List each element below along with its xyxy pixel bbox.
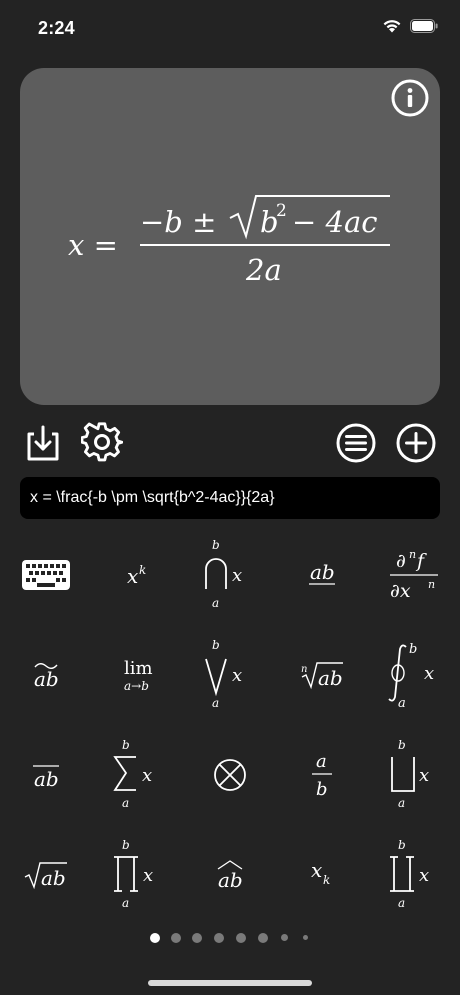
svg-text:b: b bbox=[316, 779, 328, 800]
svg-text:b: b bbox=[409, 642, 417, 657]
bigsqcup-key[interactable]: b x a bbox=[368, 725, 460, 825]
info-button[interactable] bbox=[390, 78, 430, 118]
page-dot-4[interactable] bbox=[214, 933, 224, 943]
svg-text:x: x bbox=[419, 865, 429, 886]
svg-text:f: f bbox=[415, 550, 427, 572]
download-icon bbox=[27, 425, 59, 461]
svg-text:ab: ab bbox=[34, 767, 59, 791]
battery-icon bbox=[410, 18, 438, 38]
list-icon bbox=[336, 423, 376, 463]
svg-text:k: k bbox=[323, 873, 330, 887]
plus-icon bbox=[396, 423, 436, 463]
svg-text:a: a bbox=[398, 696, 406, 711]
svg-text:b: b bbox=[398, 738, 406, 752]
svg-text:x: x bbox=[419, 765, 429, 786]
svg-text:x: x bbox=[311, 858, 322, 882]
svg-text:ab: ab bbox=[218, 868, 243, 892]
svg-text:a: a bbox=[398, 896, 405, 910]
sqrt-key[interactable]: ab bbox=[0, 825, 92, 925]
page-dot-2[interactable] bbox=[171, 933, 181, 943]
overline-key[interactable]: ab bbox=[0, 725, 92, 825]
sum-key[interactable]: b x a bbox=[92, 725, 184, 825]
svg-text:a: a bbox=[398, 796, 405, 810]
svg-text:n: n bbox=[409, 548, 416, 561]
svg-text:∂: ∂ bbox=[396, 550, 406, 572]
page-control[interactable] bbox=[0, 930, 460, 946]
nth-root-key[interactable]: n ab bbox=[276, 625, 368, 725]
contour-integral-key[interactable]: b a x bbox=[368, 625, 460, 725]
svg-text:x: x bbox=[127, 564, 138, 588]
export-button[interactable] bbox=[22, 422, 64, 464]
symbol-keypad: x k b x a ab ∂ n f ∂x n ab lim a→b b x a… bbox=[0, 525, 460, 925]
page-dot-3[interactable] bbox=[192, 933, 202, 943]
svg-text:a→b: a→b bbox=[124, 679, 149, 693]
formula-lhs: x = bbox=[68, 228, 118, 262]
svg-text:b: b bbox=[212, 538, 220, 552]
svg-text:a: a bbox=[122, 796, 129, 810]
svg-text:lim: lim bbox=[124, 658, 153, 679]
bigvee-key[interactable]: b x a bbox=[184, 625, 276, 725]
svg-text:x: x bbox=[424, 663, 434, 684]
formula-exponent: 2 bbox=[276, 201, 287, 221]
limit-key[interactable]: lim a→b bbox=[92, 625, 184, 725]
svg-text:ab: ab bbox=[318, 666, 343, 690]
formula-numerator-b: −b ± bbox=[140, 205, 216, 239]
latex-input[interactable]: x = \frac{-b \pm \sqrt{b^2-4ac}}{2a} bbox=[20, 477, 440, 519]
widetilde-key[interactable]: ab bbox=[0, 625, 92, 725]
svg-text:∂x: ∂x bbox=[390, 580, 411, 602]
svg-text:x: x bbox=[232, 565, 242, 586]
product-key[interactable]: b x a bbox=[92, 825, 184, 925]
svg-text:b: b bbox=[122, 738, 130, 752]
partial-derivative-key[interactable]: ∂ n f ∂x n bbox=[368, 525, 460, 625]
keyboard-key[interactable] bbox=[0, 525, 92, 625]
fraction-key[interactable]: a b bbox=[276, 725, 368, 825]
svg-text:ab: ab bbox=[34, 667, 59, 691]
history-button[interactable] bbox=[335, 422, 377, 464]
add-button[interactable] bbox=[395, 422, 437, 464]
page-dot-6[interactable] bbox=[258, 933, 268, 943]
formula-radicand-rest: − 4ac bbox=[292, 205, 378, 239]
svg-text:n: n bbox=[428, 578, 435, 591]
keyboard-icon bbox=[22, 560, 70, 590]
svg-text:x: x bbox=[143, 865, 153, 886]
gear-icon bbox=[81, 422, 123, 462]
otimes-key[interactable] bbox=[184, 725, 276, 825]
superscript-key[interactable]: x k bbox=[92, 525, 184, 625]
wifi-icon bbox=[382, 18, 402, 38]
status-icons bbox=[382, 18, 438, 38]
status-time: 2:24 bbox=[38, 18, 75, 38]
home-indicator bbox=[148, 980, 312, 986]
svg-text:n: n bbox=[301, 664, 307, 675]
subscript-key[interactable]: x k bbox=[276, 825, 368, 925]
svg-text:b: b bbox=[398, 838, 406, 852]
formula-denominator: 2a bbox=[245, 253, 282, 287]
settings-button[interactable] bbox=[81, 422, 123, 464]
page-dot-5[interactable] bbox=[236, 933, 246, 943]
svg-text:a: a bbox=[212, 696, 219, 710]
info-icon bbox=[391, 79, 429, 117]
svg-text:a: a bbox=[122, 896, 129, 910]
coproduct-key[interactable]: b x a bbox=[368, 825, 460, 925]
page-dot-7[interactable] bbox=[281, 934, 288, 941]
widehat-key[interactable]: ab bbox=[184, 825, 276, 925]
bigcap-key[interactable]: b x a bbox=[184, 525, 276, 625]
page-dot-8[interactable] bbox=[303, 935, 308, 940]
svg-text:a: a bbox=[316, 751, 327, 772]
rendered-formula: x = −b ± b 2 − 4ac 2a bbox=[68, 195, 390, 287]
page-dot-1[interactable] bbox=[150, 933, 160, 943]
formula-preview: x = −b ± b 2 − 4ac 2a bbox=[20, 68, 440, 405]
svg-text:b: b bbox=[212, 638, 220, 652]
svg-text:x: x bbox=[232, 665, 242, 686]
svg-text:b: b bbox=[122, 838, 130, 852]
underline-key[interactable]: ab bbox=[276, 525, 368, 625]
status-bar: 2:24 bbox=[0, 0, 460, 56]
svg-text:k: k bbox=[139, 563, 146, 577]
svg-text:ab: ab bbox=[41, 866, 66, 890]
svg-text:ab: ab bbox=[310, 560, 335, 584]
svg-text:x: x bbox=[142, 765, 152, 786]
svg-text:a: a bbox=[212, 596, 219, 610]
